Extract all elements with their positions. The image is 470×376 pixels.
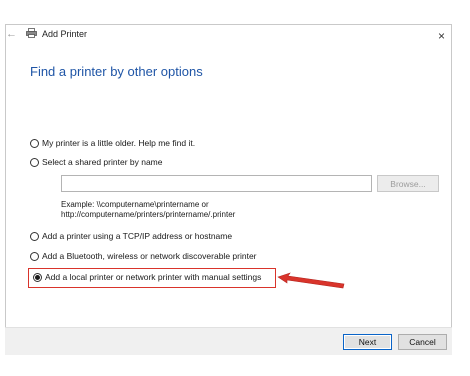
- radio-button[interactable]: [30, 251, 39, 261]
- cancel-button[interactable]: Cancel: [398, 334, 447, 350]
- close-icon[interactable]: ×: [438, 30, 445, 42]
- next-button[interactable]: Next: [343, 334, 392, 350]
- example-text: Example: \\computername\printername or h…: [61, 200, 235, 220]
- option-label: My printer is a little older. Help me fi…: [42, 138, 196, 148]
- option-older-printer[interactable]: My printer is a little older. Help me fi…: [30, 138, 195, 148]
- window-title: Add Printer: [42, 29, 88, 39]
- option-label: Add a local printer or network printer w…: [45, 272, 262, 282]
- back-arrow-icon[interactable]: ←: [6, 28, 20, 40]
- example-line-1: Example: \\computername\printername or: [61, 200, 209, 209]
- radio-button-selected[interactable]: [33, 272, 42, 282]
- option-tcpip-printer[interactable]: Add a printer using a TCP/IP address or …: [30, 231, 232, 241]
- shared-printer-name-input[interactable]: [61, 175, 372, 192]
- option-shared-printer[interactable]: Select a shared printer by name: [30, 157, 162, 167]
- page-heading: Find a printer by other options: [30, 64, 203, 79]
- option-label: Add a printer using a TCP/IP address or …: [42, 231, 233, 241]
- title-bar: ← Add Printer: [6, 28, 87, 40]
- option-label: Select a shared printer by name: [42, 157, 163, 167]
- option-local-printer[interactable]: Add a local printer or network printer w…: [33, 272, 261, 282]
- radio-button[interactable]: [30, 231, 39, 241]
- example-line-2: http://computername/printers/printername…: [61, 210, 236, 219]
- radio-button[interactable]: [30, 138, 39, 148]
- radio-button[interactable]: [30, 157, 39, 167]
- radio-dot: [35, 274, 40, 280]
- browse-button[interactable]: Browse...: [377, 175, 439, 192]
- option-label: Add a Bluetooth, wireless or network dis…: [42, 251, 257, 261]
- printer-icon: [26, 28, 37, 40]
- option-bluetooth-printer[interactable]: Add a Bluetooth, wireless or network dis…: [30, 251, 257, 261]
- red-arrow-icon: [277, 272, 345, 289]
